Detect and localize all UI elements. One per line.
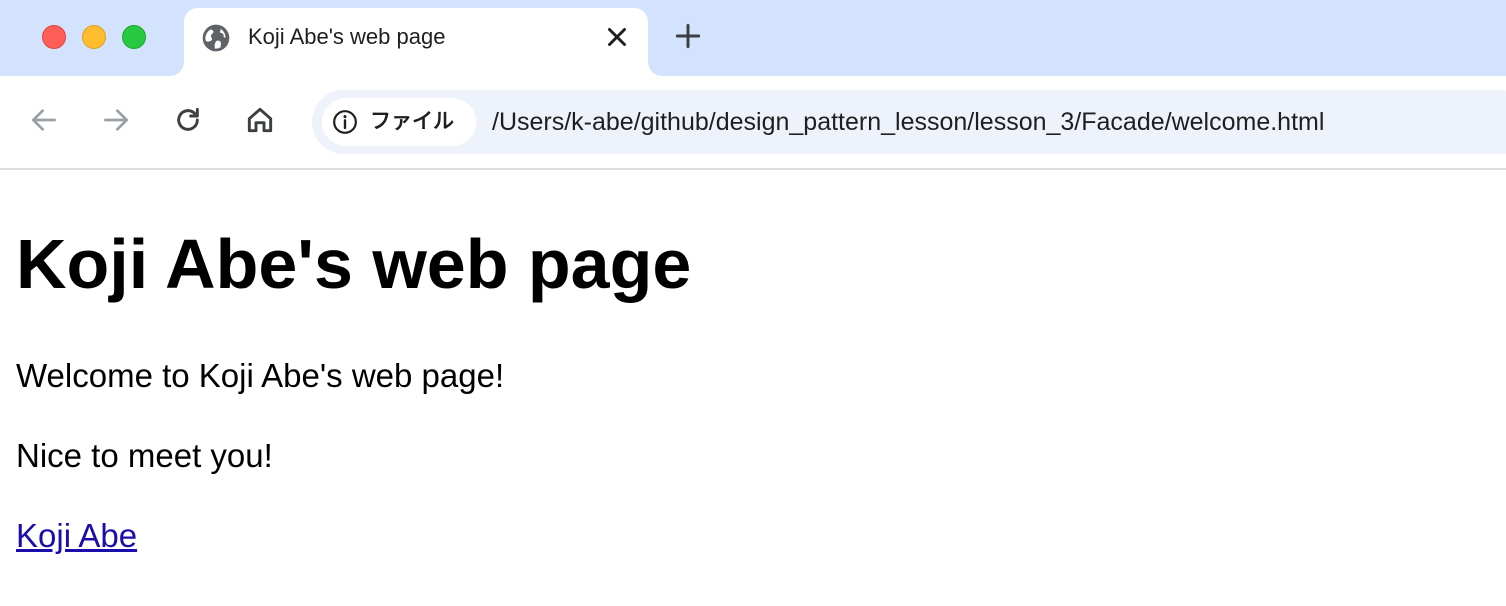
home-icon[interactable] [244, 104, 276, 136]
browser-toolbar: ファイル /Users/k-abe/github/design_pattern_… [0, 76, 1506, 170]
welcome-paragraph: Welcome to Koji Abe's web page! [16, 357, 505, 394]
close-window-button[interactable] [42, 25, 66, 49]
close-icon[interactable] [602, 22, 632, 52]
new-tab-icon[interactable] [672, 20, 704, 52]
page-heading: Koji Abe's web page [16, 225, 692, 303]
back-arrow-icon[interactable] [28, 104, 60, 136]
site-chip-label: ファイル [370, 110, 454, 133]
info-icon [333, 110, 357, 134]
tab-strip: Koji Abe's web page [0, 0, 1506, 76]
tab-title: Koji Abe's web page [248, 24, 446, 49]
address-bar[interactable]: ファイル /Users/k-abe/github/design_pattern_… [312, 90, 1506, 154]
globe-icon [202, 24, 230, 52]
maximize-window-button[interactable] [122, 25, 146, 49]
reload-icon[interactable] [172, 104, 204, 136]
url-text[interactable]: /Users/k-abe/github/design_pattern_lesso… [492, 90, 1324, 154]
minimize-window-button[interactable] [82, 25, 106, 49]
author-link[interactable]: Koji Abe [16, 516, 137, 556]
forward-arrow-icon[interactable] [100, 104, 132, 136]
browser-tab-active[interactable]: Koji Abe's web page [184, 8, 648, 76]
greeting-paragraph: Nice to meet you! [16, 437, 273, 474]
site-info-chip[interactable]: ファイル [322, 98, 476, 146]
